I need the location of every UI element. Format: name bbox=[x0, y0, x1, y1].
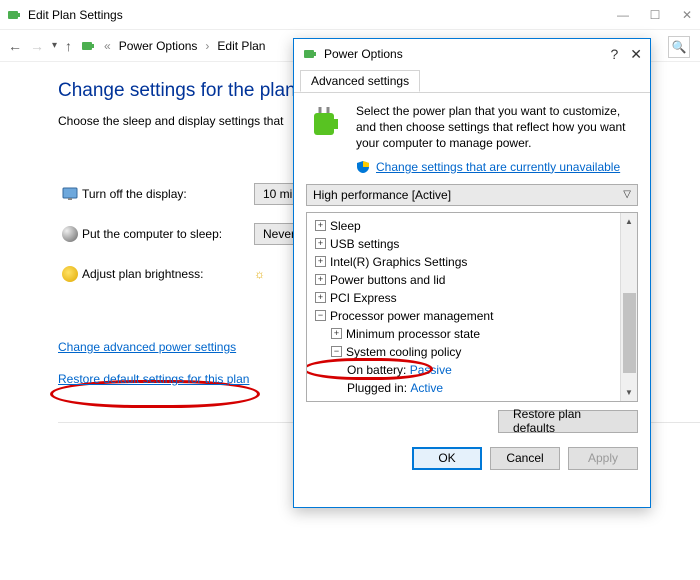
maximize-button[interactable]: ☐ bbox=[648, 8, 662, 22]
display-label: Turn off the display: bbox=[82, 187, 254, 201]
dialog-titlebar: Power Options ? ✕ bbox=[294, 39, 650, 69]
tab-advanced-settings[interactable]: Advanced settings bbox=[300, 70, 420, 92]
help-button[interactable]: ? bbox=[610, 46, 618, 62]
change-advanced-link[interactable]: Change advanced power settings bbox=[58, 340, 298, 354]
chevron-down-icon: ▽ bbox=[623, 189, 631, 200]
brightness-icon bbox=[58, 266, 82, 282]
restore-plan-defaults-button[interactable]: Restore plan defaults bbox=[498, 410, 638, 433]
tree-sleep[interactable]: +Sleep bbox=[309, 217, 618, 235]
expand-icon[interactable]: + bbox=[315, 292, 326, 303]
tree-usb[interactable]: +USB settings bbox=[309, 235, 618, 253]
dialog-title: Power Options bbox=[324, 47, 610, 61]
up-button[interactable]: ↑ bbox=[65, 38, 72, 54]
minimize-button[interactable]: — bbox=[616, 8, 630, 22]
shield-icon bbox=[356, 160, 370, 174]
collapse-icon[interactable]: − bbox=[331, 346, 342, 357]
scroll-up-icon[interactable]: ▲ bbox=[621, 213, 637, 230]
expand-icon[interactable]: + bbox=[315, 238, 326, 249]
expand-icon[interactable]: + bbox=[315, 274, 326, 285]
back-button[interactable]: ← bbox=[8, 38, 22, 54]
search-button[interactable]: 🔍 bbox=[668, 36, 690, 58]
dialog-close-button[interactable]: ✕ bbox=[630, 46, 642, 63]
brightness-label: Adjust plan brightness: bbox=[82, 267, 254, 281]
plugged-in-value[interactable]: Active bbox=[410, 379, 443, 397]
plan-combobox-value: High performance [Active] bbox=[313, 188, 451, 202]
close-button[interactable]: ✕ bbox=[680, 8, 694, 22]
sleep-label: Put the computer to sleep: bbox=[82, 227, 254, 241]
expand-icon[interactable]: + bbox=[315, 220, 326, 231]
forward-button[interactable]: → bbox=[30, 38, 44, 54]
expand-icon[interactable]: + bbox=[331, 328, 342, 339]
tree-power-buttons[interactable]: +Power buttons and lid bbox=[309, 271, 618, 289]
tree-min-processor[interactable]: +Minimum processor state bbox=[309, 325, 618, 343]
tree-cooling-policy[interactable]: −System cooling policy bbox=[309, 343, 618, 361]
settings-tree: +Sleep +USB settings +Intel(R) Graphics … bbox=[306, 212, 638, 402]
breadcrumb-edit-plan[interactable]: Edit Plan bbox=[217, 39, 265, 53]
tab-strip: Advanced settings bbox=[294, 69, 650, 93]
tree-pci-express[interactable]: +PCI Express bbox=[309, 289, 618, 307]
on-battery-value[interactable]: Passive bbox=[410, 361, 452, 379]
tree-intel-graphics[interactable]: +Intel(R) Graphics Settings bbox=[309, 253, 618, 271]
breadcrumb-icon bbox=[80, 38, 96, 54]
power-options-dialog: Power Options ? ✕ Advanced settings Sele… bbox=[293, 38, 651, 508]
scroll-down-icon[interactable]: ▼ bbox=[621, 384, 637, 401]
apply-button[interactable]: Apply bbox=[568, 447, 638, 470]
sleep-icon bbox=[58, 226, 82, 242]
power-icon bbox=[306, 103, 346, 143]
change-unavailable-link[interactable]: Change settings that are currently unava… bbox=[376, 160, 620, 174]
tree-processor-pm[interactable]: −Processor power management bbox=[309, 307, 618, 325]
window-title: Edit Plan Settings bbox=[28, 8, 616, 22]
tree-on-battery[interactable]: On battery: Passive bbox=[309, 361, 618, 379]
dialog-icon bbox=[302, 46, 318, 62]
breadcrumb-sep: « bbox=[104, 39, 111, 53]
breadcrumb-power-options[interactable]: Power Options bbox=[119, 39, 198, 53]
sun-small-icon: ☼ bbox=[254, 267, 265, 281]
cancel-button[interactable]: Cancel bbox=[490, 447, 560, 470]
breadcrumb-chevron: › bbox=[205, 39, 209, 53]
parent-titlebar: Edit Plan Settings — ☐ ✕ bbox=[0, 0, 700, 30]
scroll-thumb[interactable] bbox=[623, 293, 636, 373]
collapse-icon[interactable]: − bbox=[315, 310, 326, 321]
tree-scrollbar[interactable]: ▲ ▼ bbox=[620, 213, 637, 401]
tree-plugged-in[interactable]: Plugged in: Active bbox=[309, 379, 618, 397]
display-icon bbox=[58, 186, 82, 202]
dialog-intro: Select the power plan that you want to c… bbox=[356, 103, 638, 152]
recent-dropdown[interactable]: ▾ bbox=[52, 40, 57, 51]
ok-button[interactable]: OK bbox=[412, 447, 482, 470]
plan-combobox[interactable]: High performance [Active] ▽ bbox=[306, 184, 638, 206]
expand-icon[interactable]: + bbox=[315, 256, 326, 267]
battery-icon bbox=[6, 7, 22, 23]
